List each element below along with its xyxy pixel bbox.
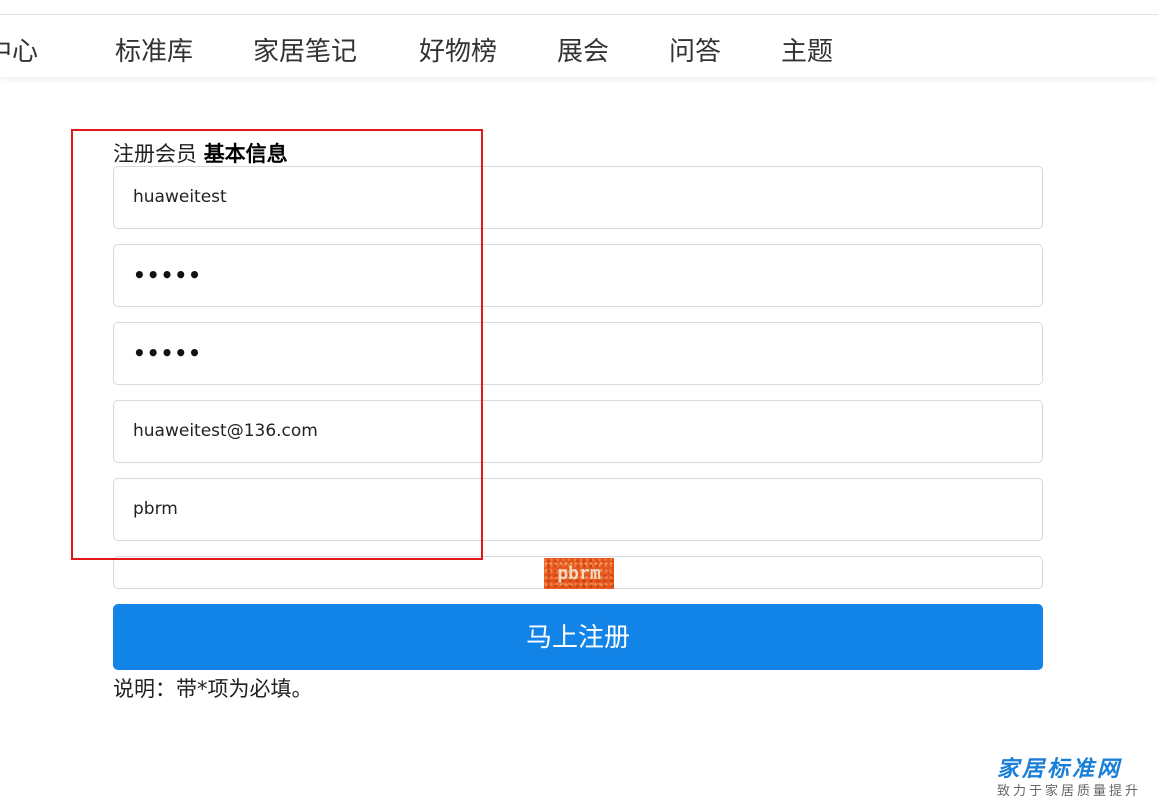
nav-item-exhibitions[interactable]: 展会 (557, 31, 609, 68)
register-button[interactable]: 马上注册 (113, 604, 1043, 670)
nav-item-top-products[interactable]: 好物榜 (419, 31, 497, 68)
form-title-bold: 基本信息 (203, 142, 288, 166)
confirm-password-value: ••••• (133, 341, 202, 365)
nav-item-standards[interactable]: 标准库 (115, 31, 193, 68)
captcha-input-value: pbrm (133, 499, 178, 519)
form-title-prefix: 注册会员 (113, 142, 197, 166)
nav-item-topics[interactable]: 主题 (781, 31, 833, 68)
email-input[interactable]: huaweitest@136.com (113, 400, 1043, 463)
nav-item-qa[interactable]: 问答 (669, 31, 721, 68)
email-value: huaweitest@136.com (133, 421, 318, 441)
captcha-row: pbrm (113, 556, 1043, 589)
nav-item-home-notes[interactable]: 家居笔记 (253, 31, 357, 68)
main-nav: 中心 标准库 家居笔记 好物榜 展会 问答 主题 (0, 15, 1158, 77)
username-input[interactable]: huaweitest (113, 166, 1043, 229)
watermark-subtitle: 致力于家居质量提升 (997, 784, 1142, 799)
password-value: ••••• (133, 263, 202, 287)
confirm-password-input[interactable]: ••••• (113, 322, 1043, 385)
captcha-input[interactable]: pbrm (113, 478, 1043, 541)
nav-item-center[interactable]: 中心 (0, 31, 38, 68)
username-value: huaweitest (133, 187, 227, 207)
form-title: 注册会员 基本信息 (113, 138, 288, 168)
form-note: 说明：带*项为必填。 (113, 677, 313, 701)
password-input[interactable]: ••••• (113, 244, 1043, 307)
watermark-title: 家居标准网 (997, 756, 1123, 782)
captcha-image[interactable]: pbrm (544, 558, 614, 589)
